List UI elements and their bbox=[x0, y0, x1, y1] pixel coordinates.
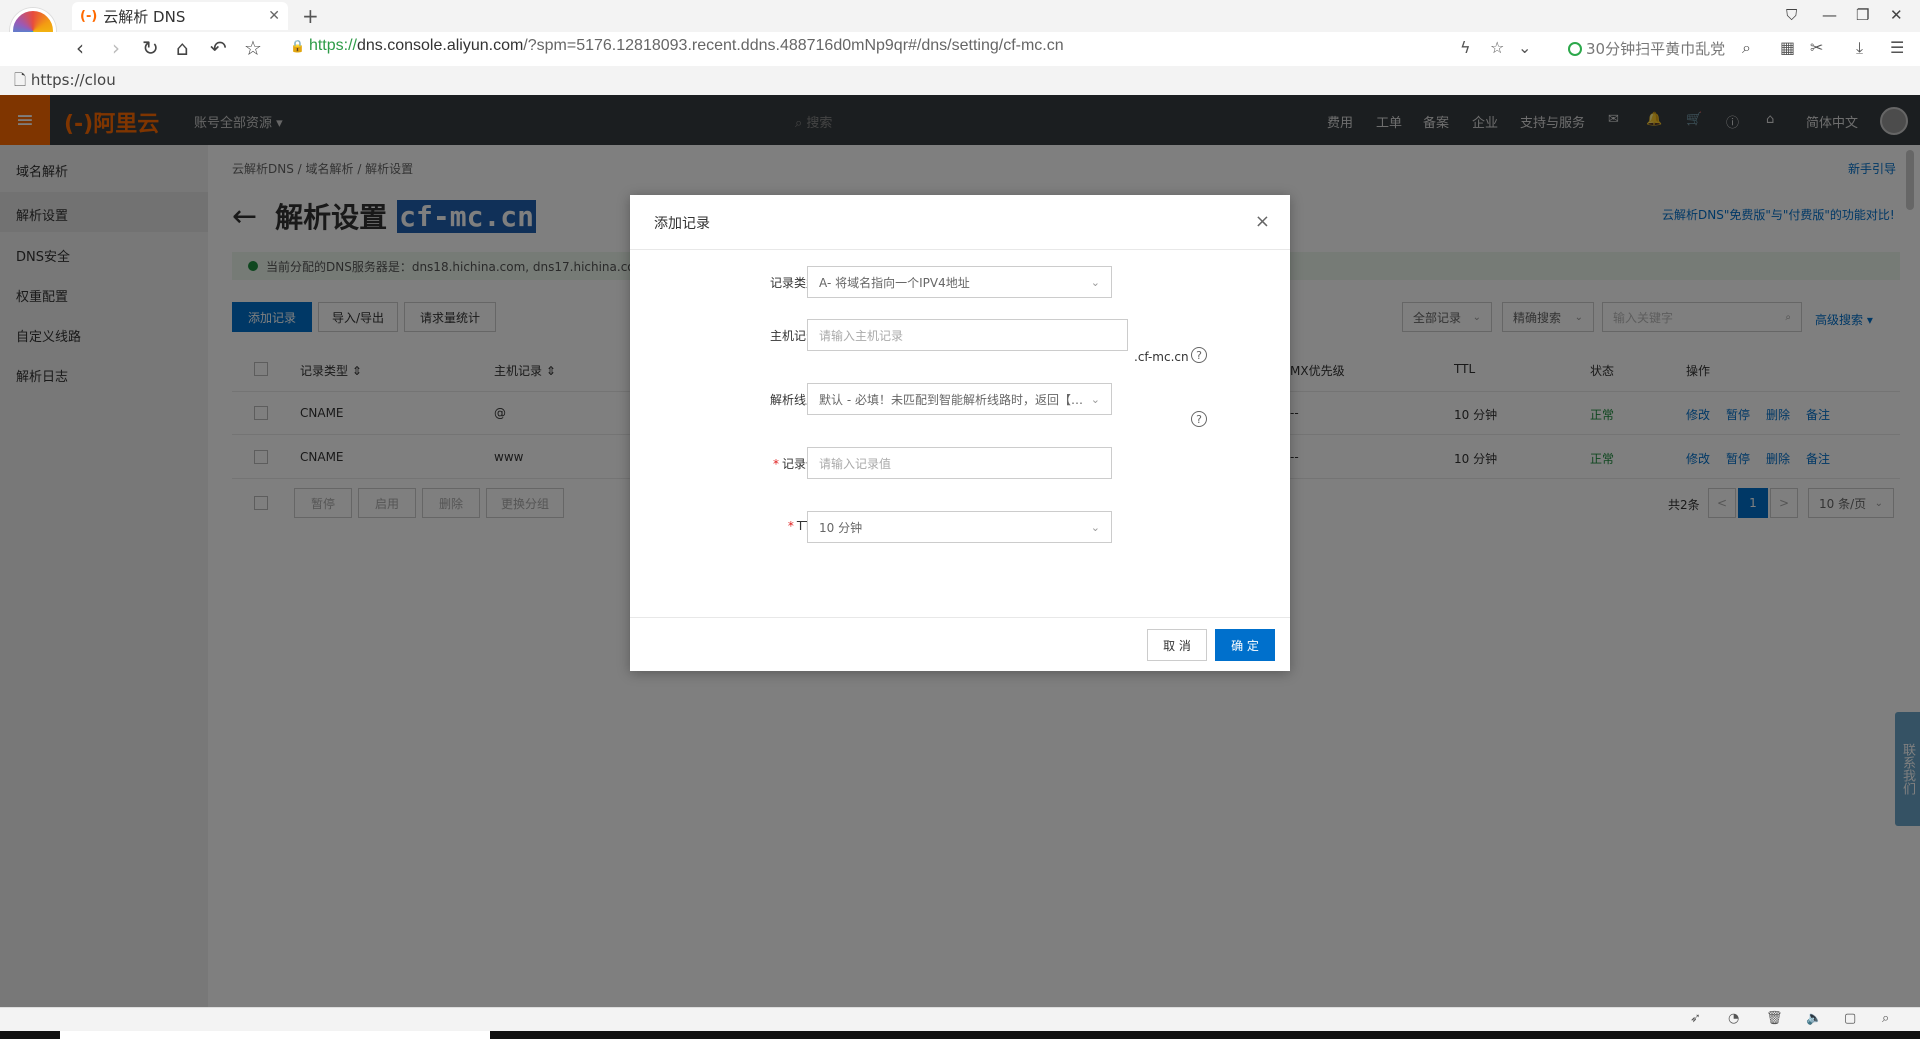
speed-icon[interactable]: ◔ bbox=[1728, 1011, 1739, 1026]
forward-icon[interactable]: › bbox=[112, 36, 120, 60]
dialog-divider bbox=[630, 617, 1290, 618]
address-bar[interactable]: 🔒 https://dns.console.aliyun.com/?spm=517… bbox=[290, 37, 1064, 55]
search-engine-icon bbox=[1568, 42, 1582, 56]
ttl-select[interactable]: 10 分钟 ⌄ bbox=[807, 511, 1112, 543]
menu-icon[interactable]: ☰ bbox=[1890, 38, 1904, 57]
cancel-button[interactable]: 取 消 bbox=[1147, 629, 1207, 661]
dialog-title: 添加记录 bbox=[654, 216, 710, 232]
lock-icon: 🔒 bbox=[290, 39, 305, 53]
browser-tab[interactable]: (-) 云解析 DNS ✕ bbox=[72, 2, 288, 30]
undo-icon[interactable]: ↶ bbox=[210, 36, 227, 60]
volume-icon[interactable]: 🔈 bbox=[1806, 1011, 1822, 1026]
window-icon[interactable]: ▢ bbox=[1844, 1011, 1856, 1026]
host-help-icon[interactable]: ? bbox=[1191, 347, 1207, 363]
line-help-icon[interactable]: ? bbox=[1191, 411, 1207, 427]
chevron-down-icon[interactable]: ⌄ bbox=[1518, 38, 1531, 57]
taskbar-item[interactable] bbox=[60, 1031, 490, 1039]
search-suggestion: 30分钟扫平黄巾乱党 bbox=[1586, 40, 1726, 58]
download-icon[interactable]: ⤓ bbox=[1856, 38, 1863, 58]
confirm-button[interactable]: 确 定 bbox=[1215, 629, 1275, 661]
host-record-input[interactable]: 请输入主机记录 bbox=[807, 319, 1128, 351]
tab-title: 云解析 DNS bbox=[103, 7, 186, 26]
os-taskbar bbox=[0, 1031, 1920, 1039]
reload-icon[interactable]: ↻ bbox=[142, 36, 159, 60]
record-type-select[interactable]: A- 将域名指向一个IPV4地址 ⌄ bbox=[807, 266, 1112, 298]
skin-icon[interactable]: ⛉ bbox=[1786, 6, 1797, 24]
domain-suffix: .cf-mc.cn bbox=[1134, 350, 1189, 364]
add-record-dialog: 添加记录 × 记录类型: A- 将域名指向一个IPV4地址 ⌄ 主机记录: 请输入… bbox=[630, 195, 1290, 671]
chevron-down-icon: ⌄ bbox=[1090, 520, 1100, 534]
lightning-icon[interactable]: ϟ bbox=[1460, 38, 1471, 57]
aliyun-favicon-icon: (-) bbox=[80, 8, 98, 24]
resolution-line-select[interactable]: 默认 - 必填！未匹配到智能解析线路时，返回【默认】线路... ⌄ bbox=[807, 383, 1112, 415]
record-type-value: A- 将域名指向一个IPV4地址 bbox=[819, 275, 970, 290]
record-value-placeholder: 请输入记录值 bbox=[819, 456, 892, 471]
bookmark-item[interactable]: 🗋 https://clou bbox=[14, 70, 116, 95]
url-scheme: https:// bbox=[308, 37, 357, 54]
dialog-close-icon[interactable]: × bbox=[1255, 211, 1270, 232]
ttl-value: 10 分钟 bbox=[819, 520, 863, 535]
dialog-divider bbox=[630, 249, 1290, 250]
required-marker: * bbox=[787, 519, 794, 533]
favorite-star-icon[interactable]: ☆ bbox=[244, 36, 262, 60]
chevron-down-icon: ⌄ bbox=[1090, 275, 1100, 289]
browser-search[interactable]: 30分钟扫平黄巾乱党 bbox=[1568, 38, 1725, 59]
home-icon[interactable]: ⌂ bbox=[176, 36, 189, 60]
trash-icon[interactable]: 🗑 bbox=[1766, 1011, 1783, 1026]
apps-icon[interactable]: ▦ bbox=[1780, 38, 1795, 57]
browser-status-bar bbox=[0, 1007, 1920, 1031]
tab-close-icon[interactable]: ✕ bbox=[268, 8, 280, 24]
url-host: dns.console.aliyun.com bbox=[356, 37, 524, 54]
required-marker: * bbox=[772, 457, 779, 471]
host-record-placeholder: 请输入主机记录 bbox=[819, 328, 904, 343]
minimize-icon[interactable]: — bbox=[1822, 6, 1837, 24]
bookmark-star-icon[interactable]: ☆ bbox=[1490, 38, 1504, 57]
bookmark-label: https://clou bbox=[30, 71, 116, 89]
zoom-icon[interactable]: ⌕ bbox=[1882, 1011, 1889, 1026]
new-tab-icon[interactable]: + bbox=[302, 4, 319, 28]
window-close-icon[interactable]: ✕ bbox=[1890, 6, 1903, 24]
search-icon[interactable]: ⌕ bbox=[1742, 38, 1751, 58]
rocket-icon[interactable]: ➶ bbox=[1690, 1011, 1701, 1026]
chevron-down-icon: ⌄ bbox=[1090, 392, 1100, 406]
back-icon[interactable]: ‹ bbox=[76, 36, 84, 60]
url-path: /?spm=5176.12818093.recent.ddns.488716d0… bbox=[523, 37, 1064, 54]
page-icon: 🗋 bbox=[14, 71, 31, 89]
scissors-icon[interactable]: ✂ bbox=[1810, 38, 1823, 57]
restore-icon[interactable]: ❐ bbox=[1856, 6, 1869, 24]
record-value-input[interactable]: 请输入记录值 bbox=[807, 447, 1112, 479]
resolution-line-value: 默认 - 必填！未匹配到智能解析线路时，返回【默认】线路... bbox=[819, 392, 1085, 407]
